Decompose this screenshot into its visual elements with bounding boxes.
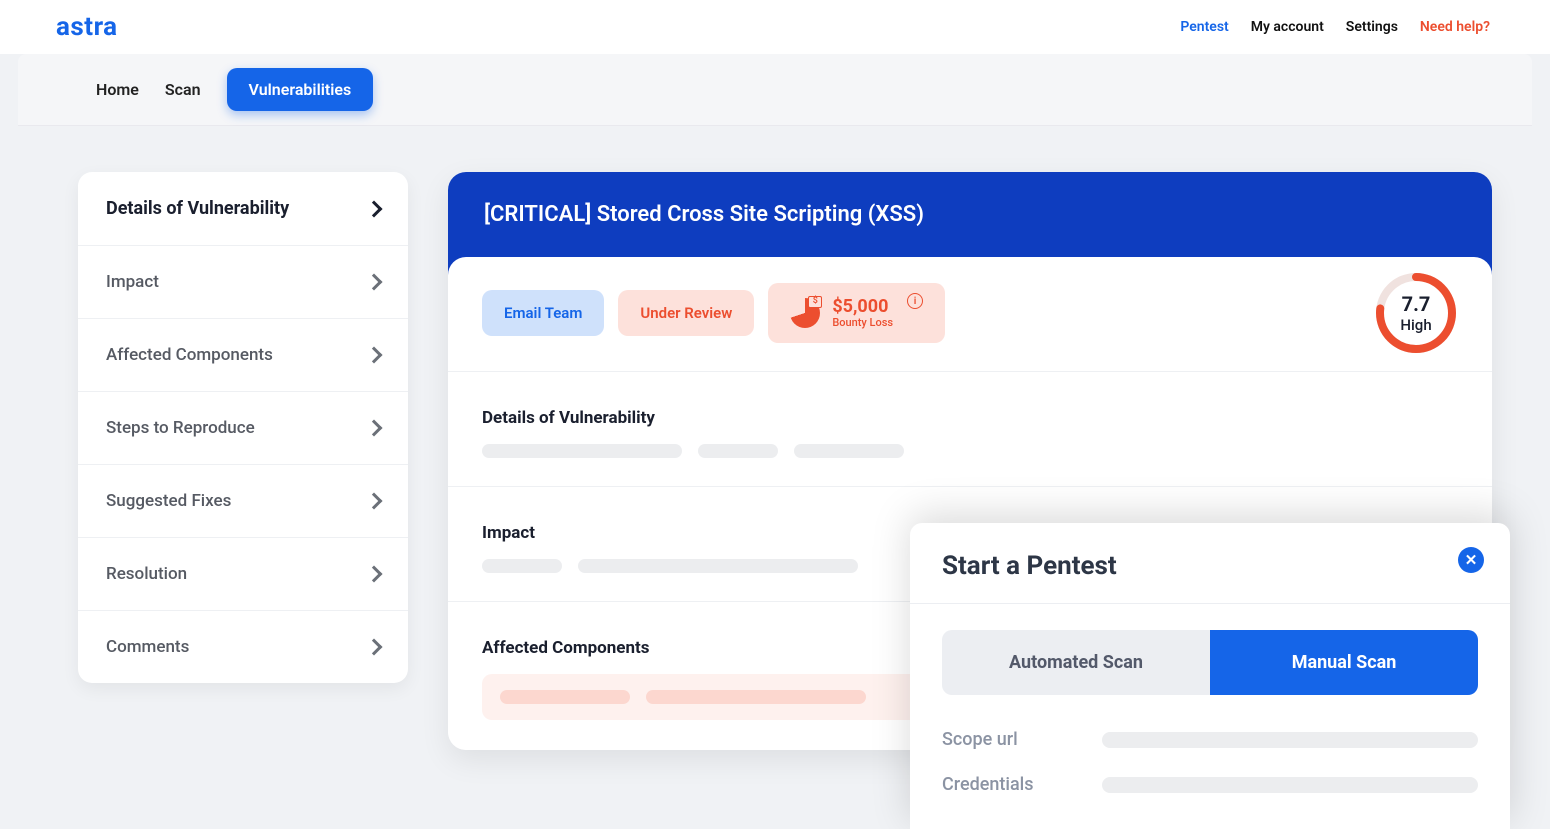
side-item-comments[interactable]: Comments: [78, 611, 408, 683]
chevron-right-icon: [366, 493, 383, 510]
side-item-label: Suggested Fixes: [106, 491, 231, 511]
tab-home[interactable]: Home: [96, 80, 139, 99]
sub-nav: Home Scan Vulnerabilities: [18, 54, 1532, 126]
side-item-label: Comments: [106, 637, 189, 657]
vuln-section-nav: Details of Vulnerability Impact Affected…: [78, 172, 408, 683]
side-item-suggested-fixes[interactable]: Suggested Fixes: [78, 465, 408, 538]
severity-label: High: [1400, 316, 1431, 334]
bounty-sub: Bounty Loss: [832, 317, 893, 329]
tab-vulnerabilities[interactable]: Vulnerabilities: [227, 68, 374, 111]
placeholder-line: [794, 444, 904, 458]
email-team-button[interactable]: Email Team: [482, 290, 604, 336]
chevron-right-icon: [366, 347, 383, 364]
bounty-text: $5,000 Bounty Loss: [832, 297, 893, 329]
side-item-label: Details of Vulnerability: [106, 198, 289, 219]
side-item-label: Steps to Reproduce: [106, 418, 255, 438]
brand-logo: astra: [56, 12, 118, 42]
bounty-loss-badge: $5,000 Bounty Loss i: [768, 283, 945, 343]
divider: [910, 603, 1510, 604]
side-item-resolution[interactable]: Resolution: [78, 538, 408, 611]
side-item-label: Affected Components: [106, 345, 273, 365]
nav-settings[interactable]: Settings: [1346, 19, 1398, 35]
nav-pentest[interactable]: Pentest: [1180, 19, 1228, 35]
scan-type-segmented: Automated Scan Manual Scan: [942, 630, 1478, 695]
chevron-right-icon: [366, 200, 383, 217]
side-item-details[interactable]: Details of Vulnerability: [78, 172, 408, 246]
tab-scan[interactable]: Scan: [165, 80, 201, 99]
chevron-right-icon: [366, 420, 383, 437]
side-item-impact[interactable]: Impact: [78, 246, 408, 319]
divider: [448, 371, 1492, 372]
placeholder-line: [500, 690, 630, 704]
side-item-steps-to-reproduce[interactable]: Steps to Reproduce: [78, 392, 408, 465]
pie-chart-icon: [790, 298, 820, 328]
side-item-label: Resolution: [106, 564, 187, 584]
section-heading: Details of Vulnerability: [482, 408, 1458, 428]
info-icon[interactable]: i: [907, 293, 923, 309]
start-pentest-modal: Start a Pentest ✕ Automated Scan Manual …: [910, 523, 1510, 829]
top-nav: Pentest My account Settings Need help?: [1180, 19, 1490, 35]
divider: [448, 486, 1492, 487]
nav-my-account[interactable]: My account: [1251, 19, 1324, 35]
field-label: Scope url: [942, 729, 1072, 750]
placeholder-line: [698, 444, 778, 458]
bounty-amount: $5,000: [832, 297, 893, 317]
placeholder-line: [578, 559, 858, 573]
side-item-label: Impact: [106, 272, 159, 292]
placeholder-line: [482, 559, 562, 573]
chevron-right-icon: [366, 274, 383, 291]
chevron-right-icon: [366, 566, 383, 583]
cvss-score: 7.7: [1402, 292, 1431, 316]
nav-need-help[interactable]: Need help?: [1420, 19, 1490, 35]
placeholder-line: [482, 444, 682, 458]
scope-url-input[interactable]: [1102, 732, 1478, 748]
form-row-credentials: Credentials: [942, 774, 1478, 795]
severity-gauge: 7.7 High: [1374, 271, 1458, 355]
chevron-right-icon: [366, 639, 383, 656]
segment-manual-scan[interactable]: Manual Scan: [1210, 630, 1478, 695]
form-row-scope-url: Scope url: [942, 729, 1478, 750]
top-bar: astra Pentest My account Settings Need h…: [0, 0, 1550, 54]
placeholder-line: [646, 690, 866, 704]
segment-automated-scan[interactable]: Automated Scan: [942, 630, 1210, 695]
modal-title: Start a Pentest: [942, 551, 1478, 581]
vuln-pill-row: Email Team Under Review $5,000 Bounty Lo…: [482, 283, 1458, 343]
status-badge[interactable]: Under Review: [618, 290, 754, 336]
side-item-affected-components[interactable]: Affected Components: [78, 319, 408, 392]
credentials-input[interactable]: [1102, 777, 1478, 793]
field-label: Credentials: [942, 774, 1072, 795]
close-icon[interactable]: ✕: [1458, 547, 1484, 573]
section-details: Details of Vulnerability: [482, 408, 1458, 458]
